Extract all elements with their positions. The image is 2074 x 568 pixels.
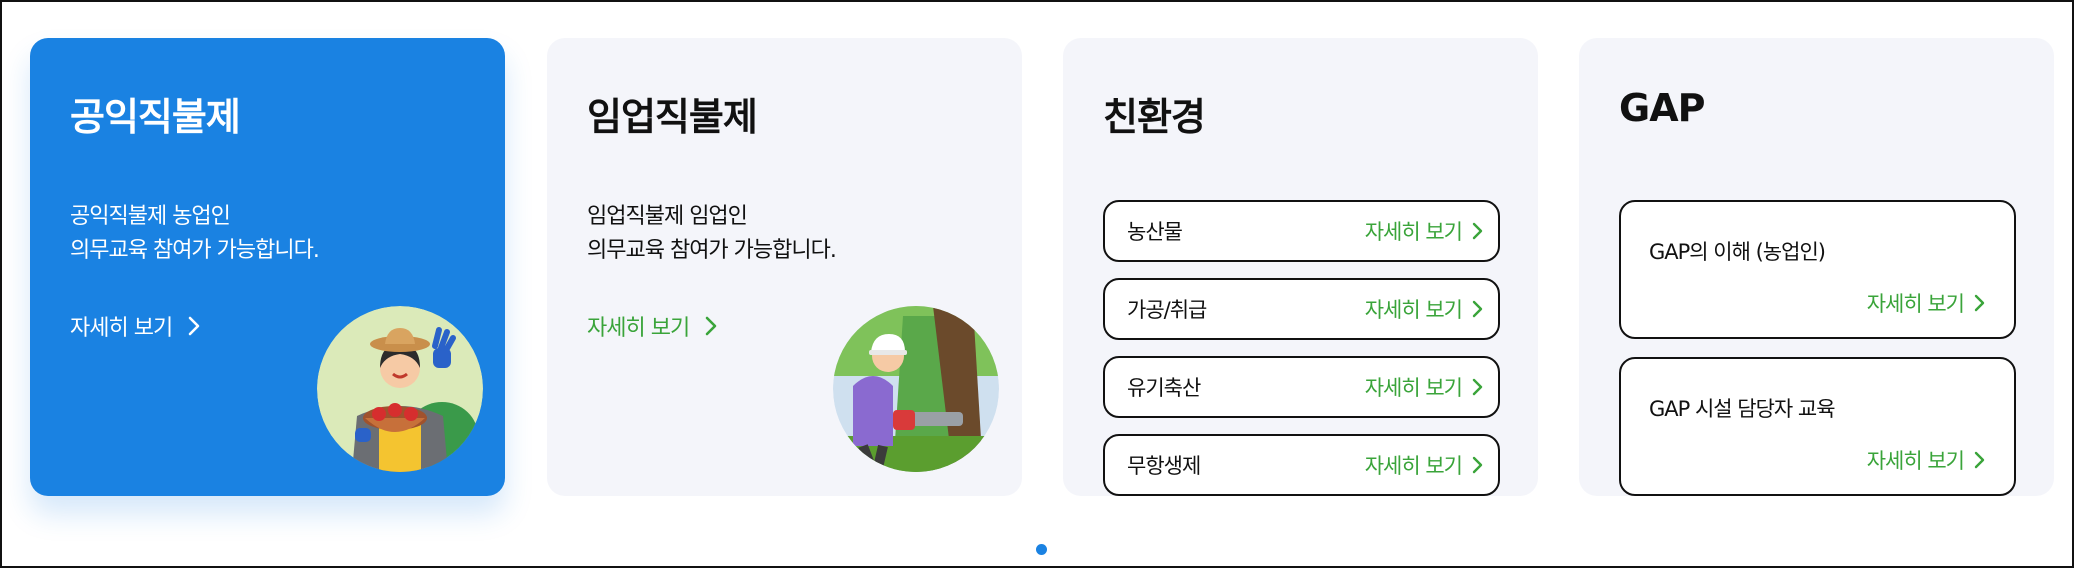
eco-item-processing-handling[interactable]: 가공/취급 자세히 보기 — [1103, 278, 1500, 340]
view-details-label: 자세히 보기 — [1364, 376, 1463, 400]
item-label: GAP 시설 담당자 교육 — [1649, 397, 1836, 421]
item-label: 가공/취급 — [1127, 298, 1207, 322]
card-forestry-direct-payment[interactable]: 임업직불제 임업직불제 임업인 의무교육 참여가 가능합니다. 자세히 보기 — [547, 38, 1022, 496]
view-details-link[interactable]: 자세히 보기 — [587, 310, 719, 342]
view-details-label: 자세히 보기 — [70, 316, 173, 341]
chevron-right-icon — [1470, 455, 1484, 475]
item-label: 농산물 — [1127, 220, 1183, 244]
card-description-line: 임업직불제 임업인 — [587, 204, 748, 229]
card-title: GAP — [1619, 86, 1705, 130]
view-details-label: 자세히 보기 — [1866, 292, 1965, 316]
gap-item-understanding[interactable]: GAP의 이해 (농업인) 자세히 보기 — [1619, 200, 2016, 339]
item-label: 유기축산 — [1127, 376, 1201, 400]
card-title: 친환경 — [1103, 95, 1206, 139]
view-details-link[interactable]: 자세히 보기 — [1365, 372, 1484, 402]
view-details-label: 자세히 보기 — [1866, 449, 1965, 473]
forester-illustration-icon — [833, 306, 999, 472]
card-public-direct-payment[interactable]: 공익직불제 공익직불제 농업인 의무교육 참여가 가능합니다. 자세히 보기 — [30, 38, 505, 496]
view-details-label: 자세히 보기 — [1364, 220, 1463, 244]
card-title: 공익직불제 — [70, 95, 241, 139]
view-details-link[interactable]: 자세히 보기 — [1365, 294, 1484, 324]
card-description: 공익직불제 농업인 의무교육 참여가 가능합니다. — [70, 200, 320, 268]
view-details-label: 자세히 보기 — [1364, 454, 1463, 478]
eco-item-agricultural-products[interactable]: 농산물 자세히 보기 — [1103, 200, 1500, 262]
card-description-line: 의무교육 참여가 가능합니다. — [70, 238, 320, 263]
view-details-link[interactable]: 자세히 보기 — [70, 310, 202, 342]
card-description-line: 의무교육 참여가 가능합니다. — [587, 238, 837, 263]
chevron-right-icon — [1972, 293, 1986, 313]
card-description: 임업직불제 임업인 의무교육 참여가 가능합니다. — [587, 200, 837, 268]
program-carousel: 공익직불제 공익직불제 농업인 의무교육 참여가 가능합니다. 자세히 보기 임… — [0, 0, 2074, 568]
chevron-right-icon — [186, 315, 202, 337]
view-details-label: 자세히 보기 — [1364, 298, 1463, 322]
chevron-right-icon — [1470, 377, 1484, 397]
chevron-right-icon — [1470, 221, 1484, 241]
item-label: 무항생제 — [1127, 454, 1201, 478]
card-title: 임업직불제 — [587, 95, 758, 139]
view-details-link[interactable]: 자세히 보기 — [1365, 450, 1484, 480]
eco-item-organic-livestock[interactable]: 유기축산 자세히 보기 — [1103, 356, 1500, 418]
pagination-dot-active[interactable] — [1036, 544, 1047, 555]
view-details-label: 자세히 보기 — [587, 316, 690, 341]
chevron-right-icon — [703, 315, 719, 337]
chevron-right-icon — [1470, 299, 1484, 319]
view-details-link[interactable]: 자세히 보기 — [1365, 216, 1484, 246]
farmer-illustration-icon — [317, 306, 483, 472]
item-label: GAP의 이해 (농업인) — [1649, 240, 1826, 264]
gap-item-facility-manager-training[interactable]: GAP 시설 담당자 교육 자세히 보기 — [1619, 357, 2016, 496]
eco-item-antibiotic-free[interactable]: 무항생제 자세히 보기 — [1103, 434, 1500, 496]
card-gap: GAP GAP의 이해 (농업인) 자세히 보기 GAP 시설 담당자 교육 자… — [1579, 38, 2054, 496]
card-eco-friendly: 친환경 농산물 자세히 보기 가공/취급 자세히 보기 유기축산 자세히 보기 … — [1063, 38, 1538, 496]
view-details-link[interactable]: 자세히 보기 — [1867, 445, 1986, 475]
view-details-link[interactable]: 자세히 보기 — [1867, 288, 1986, 318]
chevron-right-icon — [1972, 450, 1986, 470]
card-description-line: 공익직불제 농업인 — [70, 204, 231, 229]
